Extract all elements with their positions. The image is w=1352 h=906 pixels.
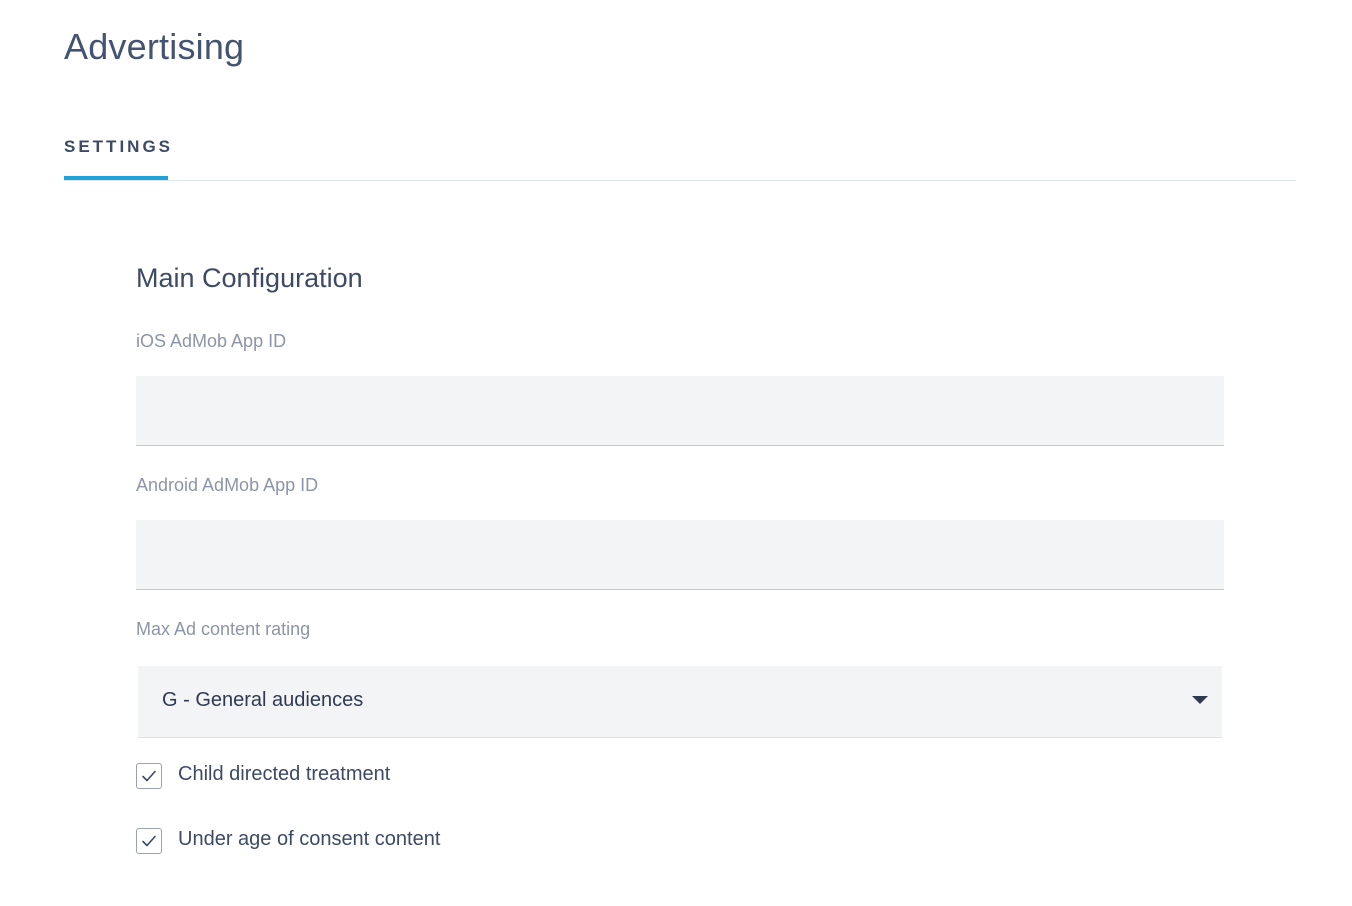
ios-admob-label: iOS AdMob App ID [136, 331, 287, 351]
child-directed-treatment-checkbox[interactable] [136, 763, 162, 789]
advertising-page: Advertising SETTINGS Main Configuration … [0, 0, 1352, 906]
tab-bar: SETTINGS [64, 130, 1296, 181]
tab-settings-label: SETTINGS [64, 137, 174, 156]
section-title: Main Configuration [136, 263, 363, 293]
caret-down-icon[interactable] [1192, 696, 1208, 704]
active-tab-indicator [64, 176, 168, 180]
max-ad-content-rating-select[interactable]: G - General audiences [138, 666, 1222, 738]
child-directed-treatment-label: Child directed treatment [178, 763, 391, 785]
checkmark-icon [142, 835, 156, 847]
under-age-consent-checkbox[interactable] [136, 828, 162, 854]
android-admob-app-id-input[interactable] [136, 520, 1224, 590]
android-admob-label: Android AdMob App ID [136, 475, 319, 495]
selected-rating-value: G - General audiences [162, 689, 364, 711]
checkmark-icon [142, 770, 156, 782]
page-title: Advertising [64, 26, 245, 67]
max-ad-rating-label: Max Ad content rating [136, 619, 311, 639]
ios-admob-app-id-input[interactable] [136, 376, 1224, 446]
tab-settings[interactable]: SETTINGS [64, 130, 170, 180]
under-age-consent-label: Under age of consent content [178, 828, 441, 850]
